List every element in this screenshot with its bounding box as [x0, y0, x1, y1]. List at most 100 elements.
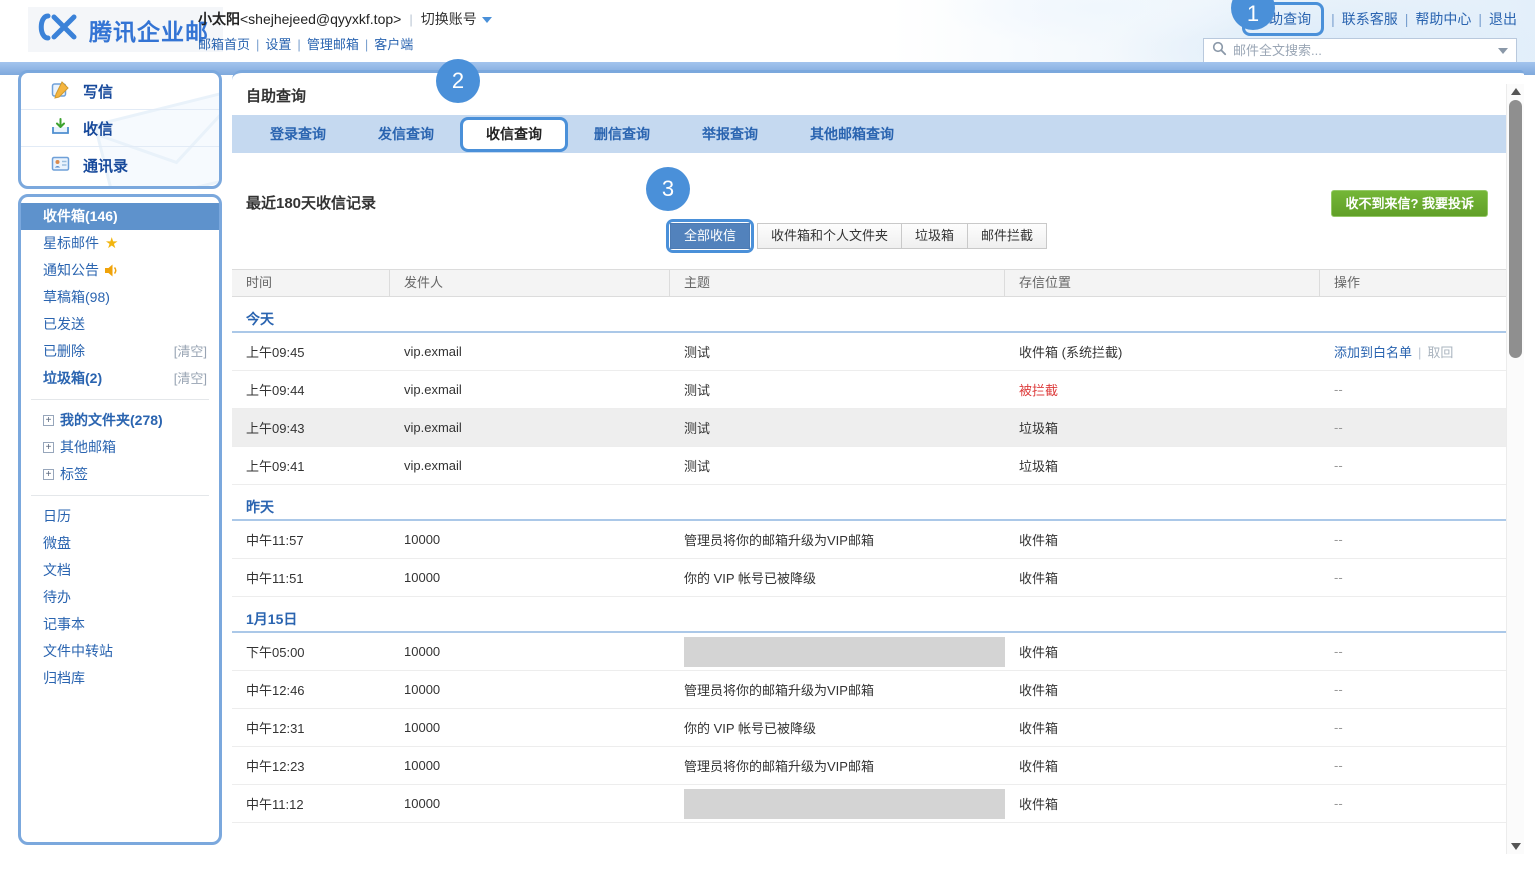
tencent-exmail-logo[interactable]: 腾讯企业邮 — [28, 7, 223, 52]
folder-left: 星标邮件 ★ — [43, 230, 118, 257]
empty-folder-action[interactable]: [清空] — [174, 338, 207, 365]
sidebar-tree-other-mailboxes[interactable]: +其他邮箱 — [21, 434, 219, 461]
scroll-down-arrow-icon[interactable] — [1511, 843, 1521, 850]
op-none: -- — [1334, 382, 1343, 397]
folder-label: 垃圾箱(2) — [43, 365, 102, 392]
sidebar-folder-inbox[interactable]: 收件箱(146) — [21, 203, 219, 230]
search-scope-caret-icon[interactable] — [1498, 48, 1508, 54]
annotation-step-2: 2 — [436, 59, 480, 103]
folder-label: 文档 — [43, 557, 71, 584]
sidebar-folder-deleted[interactable]: 已删除[清空] — [21, 338, 219, 365]
scrollbar-thumb[interactable] — [1509, 100, 1522, 358]
star-icon: ★ — [105, 236, 118, 251]
search-input[interactable] — [1233, 43, 1492, 58]
sidebar-folder-drafts[interactable]: 草稿箱(98) — [21, 284, 219, 311]
mail-time: 上午09:43 — [232, 418, 390, 437]
mail-time: 中午11:12 — [232, 794, 390, 813]
sidebar-app-weidisk[interactable]: 微盘 — [21, 530, 219, 557]
sidebar-app-archive[interactable]: 归档库 — [21, 665, 219, 692]
contacts-button[interactable]: 通讯录 — [21, 147, 219, 184]
mail-time: 中午11:51 — [232, 568, 390, 587]
sidebar-folders-panel: 收件箱(146)星标邮件 ★ 通知公告草稿箱(98)已发送已删除[清空]垃圾箱(2)… — [18, 194, 222, 845]
mail-sender: vip.exmail — [390, 458, 670, 473]
nav-link-manage-mailbox[interactable]: 管理邮箱 — [307, 37, 359, 52]
exmail-logo-icon — [36, 12, 80, 47]
mail-table-header: 时间 发件人 主题 存信位置 操作 — [232, 269, 1506, 297]
tab-other-mailbox-query[interactable]: 其他邮箱查询 — [784, 115, 920, 153]
sidebar-app-calendar[interactable]: 日历 — [21, 503, 219, 530]
op-add-to-whitelist-link[interactable]: 添加到白名单 — [1334, 345, 1412, 360]
switch-account-link[interactable]: 切换账号 — [421, 9, 492, 29]
sidebar-app-file-transfer[interactable]: 文件中转站 — [21, 638, 219, 665]
folder-left: + 标签 — [43, 461, 88, 488]
sidebar-folder-announcements[interactable]: 通知公告 — [21, 257, 219, 284]
folder-left: 收件箱(146) — [43, 203, 118, 230]
nav-link-client[interactable]: 客户端 — [374, 37, 413, 52]
mail-sender: vip.exmail — [390, 382, 670, 397]
receive-mail-button[interactable]: 收信 — [21, 110, 219, 147]
user-email: <shejhejeed@qyyxkf.top> — [240, 11, 401, 27]
empty-folder-action[interactable]: [清空] — [174, 365, 207, 392]
header-nav-links: 邮箱首页|设置|管理邮箱|客户端 — [198, 34, 492, 53]
folder-label: 标签 — [60, 461, 88, 488]
filter-all-mail[interactable]: 全部收信 — [670, 223, 750, 249]
user-area: 小太阳 <shejhejeed@qyyxkf.top> | 切换账号 邮箱首页|… — [198, 9, 492, 53]
tab-login-query[interactable]: 登录查询 — [244, 115, 352, 153]
expand-plus-icon[interactable]: + — [43, 469, 54, 480]
sidebar-folder-starred[interactable]: 星标邮件 ★ — [21, 230, 219, 257]
sidebar-tree-tags[interactable]: + 标签 — [21, 461, 219, 488]
tab-send-query[interactable]: 发信查询 — [352, 115, 460, 153]
mail-subject: 测试 — [670, 456, 1005, 475]
mail-subject — [670, 789, 1005, 819]
date-group-header: 昨天 — [232, 485, 1506, 521]
op-retrieve-link: 取回 — [1427, 345, 1453, 360]
filter-inbox-and-personal[interactable]: 收件箱和个人文件夹 — [757, 223, 902, 249]
scroll-up-arrow-icon[interactable] — [1511, 88, 1521, 95]
folder-label: 待办 — [43, 584, 71, 611]
tab-delete-query[interactable]: 删信查询 — [568, 115, 676, 153]
top-link-contact-support[interactable]: 联系客服 — [1342, 9, 1398, 29]
mail-operations: -- — [1320, 570, 1506, 585]
expand-plus-icon[interactable]: + — [43, 415, 54, 426]
mail-filterbar: 全部收信收件箱和个人文件夹垃圾箱邮件拦截 — [666, 219, 1047, 253]
folder-label: 收件箱(146) — [43, 203, 118, 230]
mail-subject: 测试 — [670, 342, 1005, 361]
folder-label: 星标邮件 — [43, 230, 99, 257]
filter-intercepted[interactable]: 邮件拦截 — [967, 223, 1047, 249]
sidebar-app-todo[interactable]: 待办 — [21, 584, 219, 611]
section-title: 最近180天收信记录 — [246, 192, 376, 213]
tab-receive-query[interactable]: 收信查询 — [460, 117, 568, 152]
top-link-help-center[interactable]: 帮助中心 — [1415, 9, 1471, 29]
mail-subject: 管理员将你的邮箱升级为VIP邮箱 — [670, 680, 1005, 699]
tab-report-query[interactable]: 举报查询 — [676, 115, 784, 153]
mail-row: 上午09:44vip.exmail测试被拦截-- — [232, 371, 1506, 409]
op-none: -- — [1334, 458, 1343, 473]
sidebar-folder-spam[interactable]: 垃圾箱(2) [清空] — [21, 365, 219, 392]
complaint-button[interactable]: 收不到来信? 我要投诉 — [1331, 190, 1488, 217]
nav-link-settings[interactable]: 设置 — [265, 37, 291, 52]
nav-link-mail-home[interactable]: 邮箱首页 — [198, 37, 250, 52]
folder-label: 已发送 — [43, 311, 85, 338]
mail-sender: vip.exmail — [390, 420, 670, 435]
expand-plus-icon[interactable]: + — [43, 442, 54, 453]
sidebar-app-docs[interactable]: 文档 — [21, 557, 219, 584]
mail-operations: -- — [1320, 758, 1506, 773]
mail-table-body: 今天上午09:45vip.exmail测试收件箱 (系统拦截)添加到白名单|取回… — [232, 297, 1506, 823]
compose-icon — [51, 80, 70, 103]
folder-left: 日历 — [43, 503, 71, 530]
mail-operations: -- — [1320, 644, 1506, 659]
top-link-logout[interactable]: 退出 — [1489, 9, 1517, 29]
folder-label: 通知公告 — [43, 257, 99, 284]
mail-subject: 管理员将你的邮箱升级为VIP邮箱 — [670, 530, 1005, 549]
mail-location: 收件箱 — [1005, 794, 1320, 813]
filter-spam[interactable]: 垃圾箱 — [901, 223, 968, 249]
op-none: -- — [1334, 682, 1343, 697]
sidebar-tree-my-folders[interactable]: +我的文件夹(278) — [21, 407, 219, 434]
vertical-scrollbar[interactable] — [1506, 84, 1524, 854]
sidebar-app-notes[interactable]: 记事本 — [21, 611, 219, 638]
mail-time: 下午05:00 — [232, 642, 390, 661]
sidebar-folder-sent[interactable]: 已发送 — [21, 311, 219, 338]
compose-mail-button[interactable]: 写信 — [21, 73, 219, 110]
mail-search-box[interactable] — [1203, 38, 1517, 63]
folder-left: 垃圾箱(2) — [43, 365, 102, 392]
